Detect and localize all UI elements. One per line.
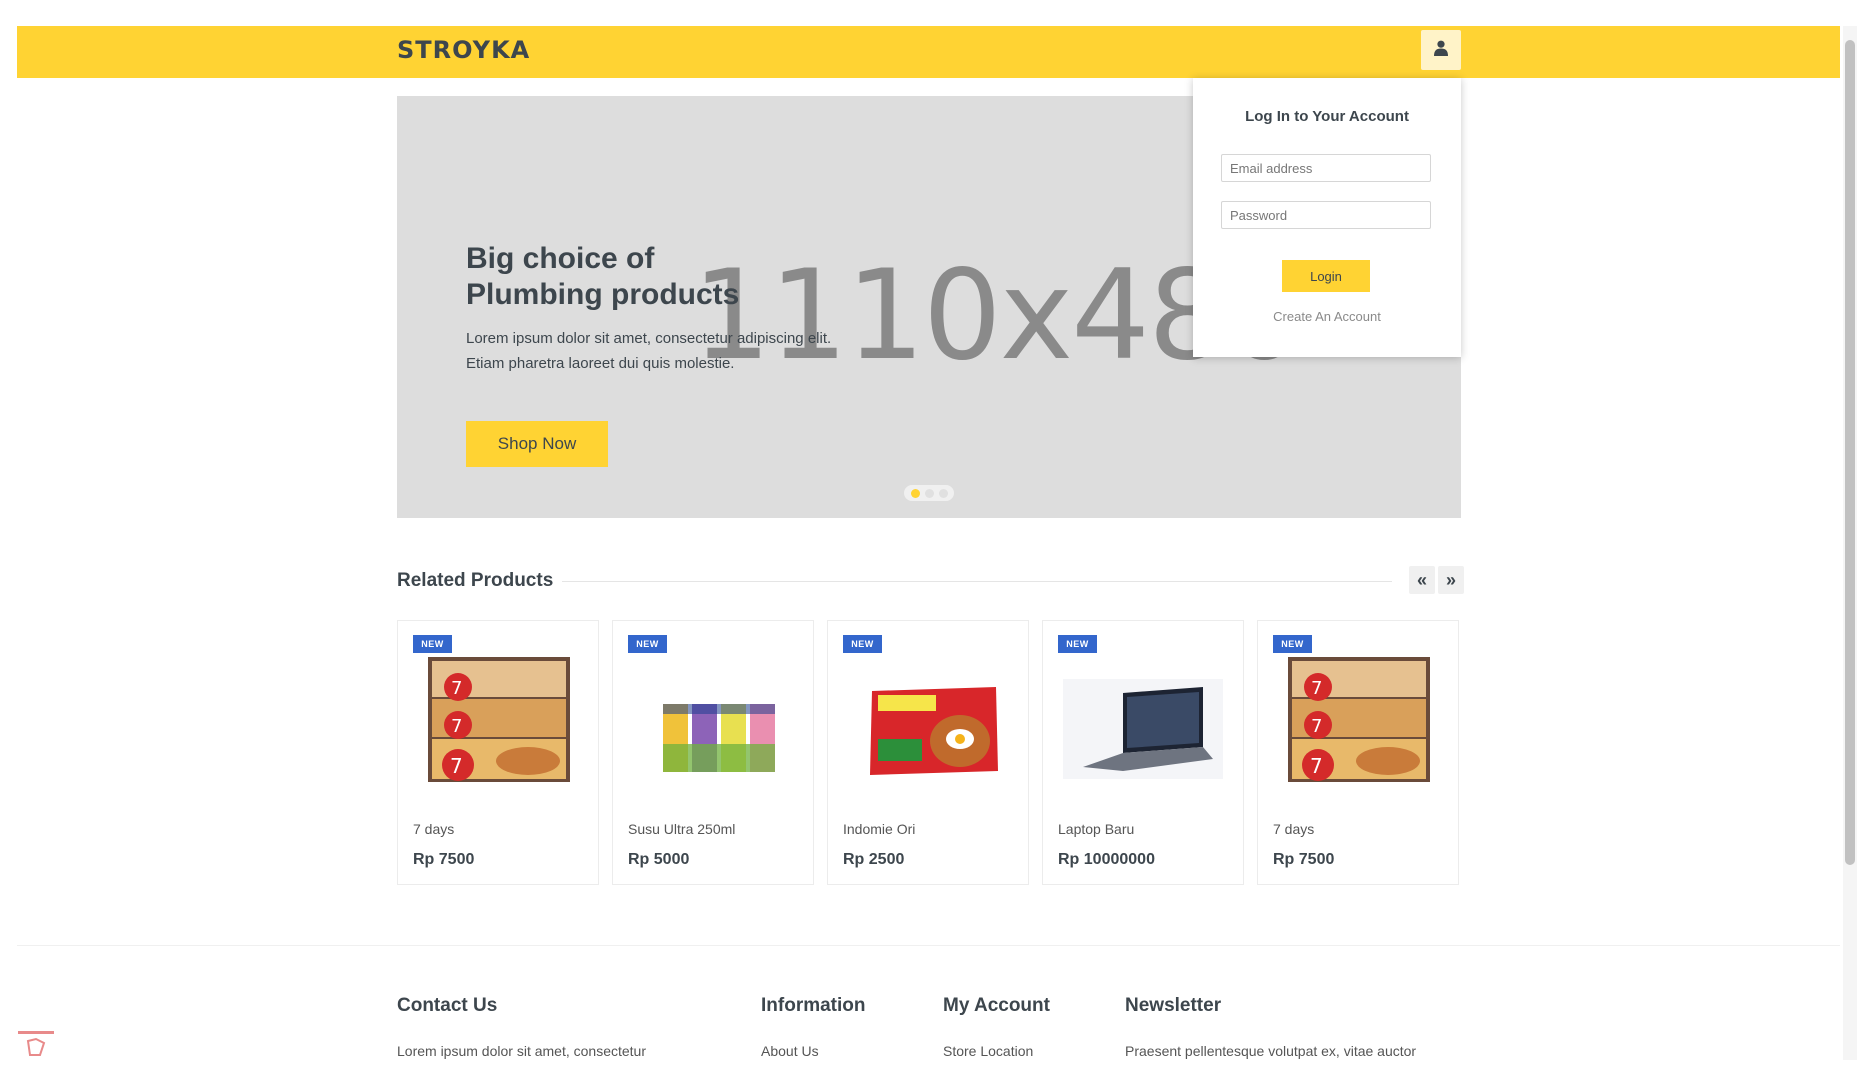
footer-divider [17, 945, 1840, 946]
milk-cartons-image [663, 704, 775, 772]
footer-newsletter-text: Praesent pellentesque volutpat ex, vitae… [1125, 1043, 1417, 1059]
product-name: 7 days [1273, 821, 1315, 837]
hero-title: Big choice of Plumbing products [466, 242, 740, 311]
product-card[interactable]: NEW 7 7 7 7 days Rp 7500 [1257, 620, 1459, 885]
login-button[interactable]: Login [1282, 260, 1370, 292]
footer-information-title: Information [761, 995, 866, 1016]
user-icon [1434, 40, 1448, 61]
svg-text:7: 7 [450, 754, 463, 778]
svg-text:7: 7 [451, 678, 462, 699]
product-name: 7 days [413, 821, 455, 837]
page: STROYKA 1110x480 Big choice of Plumbing … [0, 0, 1875, 1084]
site-logo[interactable]: STROYKA [397, 36, 530, 64]
footer-contact-title: Contact Us [397, 995, 498, 1016]
corner-widget-icon[interactable] [18, 1031, 54, 1061]
login-title: Log In to Your Account [1245, 108, 1409, 125]
prev-arrow-button[interactable]: « [1409, 566, 1435, 594]
product-name: Susu Ultra 250ml [628, 821, 736, 837]
product-price: Rp 7500 [413, 851, 475, 868]
croissant-pack-image: 7 7 7 [428, 657, 570, 782]
top-bar [17, 26, 1840, 78]
slider-dots [904, 485, 954, 501]
footer-contact-text: Lorem ipsum dolor sit amet, consectetur [397, 1043, 646, 1059]
footer-store-location-link[interactable]: Store Location [943, 1043, 1033, 1059]
product-price: Rp 10000000 [1058, 851, 1155, 868]
product-price: Rp 7500 [1273, 851, 1335, 868]
password-field[interactable] [1221, 201, 1431, 229]
email-field[interactable] [1221, 154, 1431, 182]
product-name: Indomie Ori [843, 821, 916, 837]
product-card[interactable]: NEW Susu Ultra 250ml Rp 5000 [612, 620, 814, 885]
product-card[interactable]: NEW Laptop Baru Rp 10000000 [1042, 620, 1244, 885]
footer-newsletter-title: Newsletter [1125, 995, 1222, 1016]
svg-text:7: 7 [451, 716, 462, 737]
shop-now-button[interactable]: Shop Now [466, 421, 608, 467]
svg-text:7: 7 [1310, 754, 1323, 778]
next-arrow-button[interactable]: » [1438, 566, 1464, 594]
product-name: Laptop Baru [1058, 821, 1135, 837]
login-dropdown: Log In to Your Account Login Create An A… [1193, 78, 1461, 357]
svg-text:7: 7 [1311, 716, 1322, 737]
product-price: Rp 2500 [843, 851, 905, 868]
croissant-pack-image: 7 7 7 [1288, 657, 1430, 782]
footer-about-link[interactable]: About Us [761, 1043, 819, 1059]
account-button[interactable] [1421, 30, 1461, 70]
product-card[interactable]: NEW Indomie Ori Rp 2500 [827, 620, 1029, 885]
next-arrow-icon: » [1445, 569, 1456, 590]
product-card[interactable]: NEW 7 7 7 7 days Rp 7500 [397, 620, 599, 885]
slider-dot[interactable] [910, 488, 920, 498]
product-price: Rp 5000 [628, 851, 690, 868]
slider-dot[interactable] [924, 488, 934, 498]
noodle-pack-image [870, 687, 998, 775]
slider-dot[interactable] [938, 488, 948, 498]
scrollbar-thumb[interactable] [1845, 40, 1855, 865]
hero-text: Lorem ipsum dolor sit amet, consectetur … [466, 330, 832, 372]
related-products-title: Related Products [397, 570, 554, 591]
prev-arrow-icon: « [1416, 569, 1427, 590]
svg-text:7: 7 [1311, 678, 1322, 699]
page-scrollbar[interactable] [1843, 26, 1857, 1060]
create-account-link[interactable]: Create An Account [1193, 309, 1461, 324]
section-divider [562, 581, 1392, 582]
footer-account-title: My Account [943, 995, 1050, 1016]
laptop-image [1063, 679, 1223, 779]
